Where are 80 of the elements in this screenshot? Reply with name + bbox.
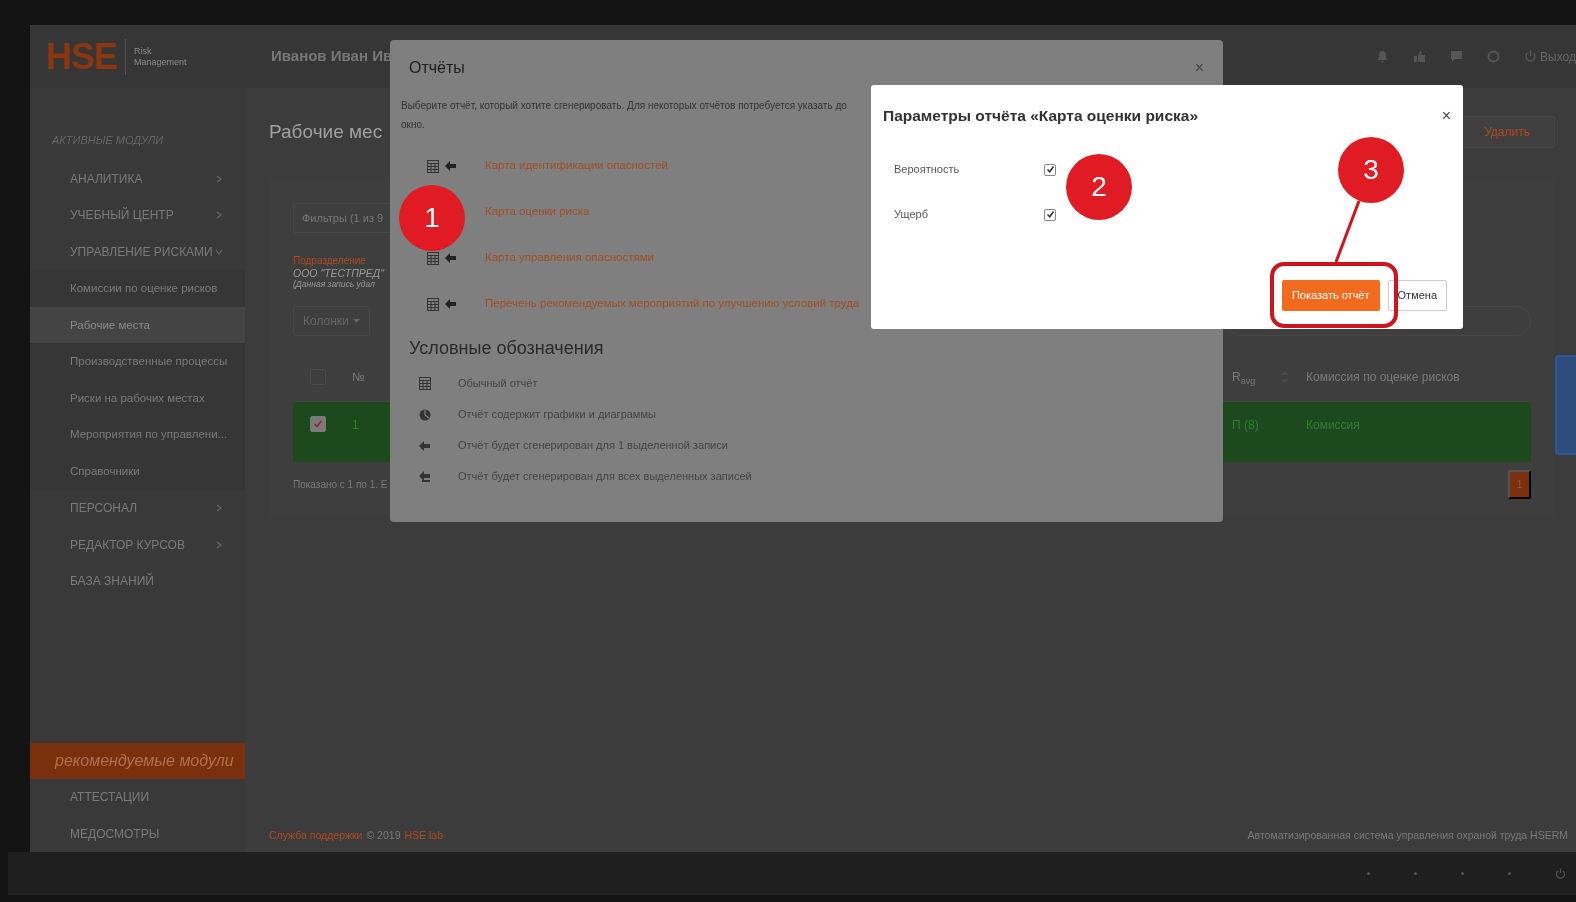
dialog-title: Отчёты — [409, 58, 465, 78]
sidebar-item[interactable]: МЕДОСМОТРЫ — [30, 815, 245, 852]
sidebar-item[interactable]: БАЗА ЗНАНИЙ — [30, 563, 245, 600]
sidebar-item-label: Рабочие места — [70, 317, 150, 333]
left-arrow-icon — [419, 440, 430, 451]
sidebar-item[interactable]: АНАЛИТИКА — [30, 160, 245, 198]
dialog-title: Параметры отчёта «Карта оценки риска» — [883, 106, 1198, 127]
sidebar-item[interactable]: ПЕРСОНАЛ — [30, 489, 245, 527]
checkbox[interactable] — [1044, 163, 1056, 176]
dialog-description: Выберите отчёт, который хотите сгенерировать. Для некоторых отчётов потребуется указать до — [401, 99, 847, 113]
support-link[interactable]: Служба поддержки — [269, 828, 363, 844]
bell-icon — [1376, 50, 1390, 63]
indicator-dot — [1367, 872, 1370, 875]
indicator-dot — [1461, 872, 1464, 875]
sidebar-item-label: Риски на рабочих местах — [70, 390, 205, 406]
dialog-description: окно. — [401, 118, 425, 132]
cancel-button[interactable]: Отмена — [1387, 280, 1447, 311]
sidebar-item-label: Комиссии по оценке рисков — [70, 280, 218, 296]
field-note: (Данная запись удал — [293, 279, 375, 289]
table-icon — [427, 297, 439, 311]
page-title: Рабочие мес — [269, 119, 383, 144]
sidebar-item[interactable]: УЧЕБНЫЙ ЦЕНТР — [30, 197, 245, 234]
company-link[interactable]: HSE lab — [404, 828, 443, 844]
footer-tagline: Автоматизированная система управления охраной труда HSERM — [1247, 828, 1568, 844]
sidebar-item[interactable]: Рабочие места — [30, 306, 245, 344]
circle-icon — [1487, 50, 1501, 63]
sidebar-item-label: ПЕРСОНАЛ — [70, 500, 138, 518]
thumbs-up-icon — [1413, 50, 1427, 63]
field-value: ООО "ТЕСТПРЕД" — [293, 268, 384, 280]
sidebar-item-label: УЧЕБНЫЙ ЦЕНТР — [70, 206, 174, 225]
report-link[interactable]: Перечень рекомендуемых мероприятий по улучшению условий труда — [485, 295, 860, 313]
sidebar-item-label: РЕДАКТОР КУРСОВ — [70, 536, 185, 554]
copyright-text: © 2019 — [366, 828, 401, 844]
checkmark-icon — [1045, 210, 1055, 219]
pie-chart-icon — [419, 408, 431, 421]
table-icon — [419, 377, 431, 390]
sidebar-item-label: УПРАВЛЕНИЕ РИСКАМИ — [70, 244, 213, 261]
column-header: № — [352, 370, 365, 385]
sidebar-item-label: БАЗА ЗНАНИЙ — [70, 572, 154, 591]
feedback-tab[interactable] — [1555, 355, 1576, 455]
sidebar-item-label: Производственные процессы — [70, 354, 228, 370]
legend-label: Отчёт будет сгенерирован для всех выделенных записей — [458, 469, 752, 485]
legend-label: Отчёт содержит графики и диаграммы — [458, 407, 656, 423]
left-arrow-icon — [445, 299, 456, 309]
table-icon — [427, 251, 439, 265]
left-arrow-icon — [445, 161, 456, 171]
parameter-label: Ущерб — [894, 207, 929, 223]
close-button[interactable]: × — [1194, 60, 1204, 76]
caret-icon — [352, 318, 360, 323]
recommended-modules-bar: рекомендуемые модули — [30, 742, 245, 779]
sidebar-item-label: АНАЛИТИКА — [70, 170, 143, 188]
sidebar-item[interactable]: УПРАВЛЕНИЕ РИСКАМИ — [30, 233, 245, 271]
power-icon — [1524, 50, 1538, 63]
report-link[interactable]: Карта идентификации опасностей — [485, 157, 668, 175]
indicator-dot — [1508, 872, 1511, 875]
sidebar-item[interactable]: РЕДАКТОР КУРСОВ — [30, 526, 245, 564]
power-icon — [1555, 868, 1566, 879]
checkmark-icon — [313, 418, 323, 429]
left-arrow-icon — [445, 253, 456, 263]
checkbox[interactable] — [310, 415, 326, 432]
legend-label: Обычный отчёт — [458, 376, 538, 392]
checkmark-icon — [1045, 165, 1055, 174]
logo-subtitle: Risk Management — [134, 45, 187, 68]
close-button[interactable]: × — [1441, 108, 1451, 124]
table-icon — [427, 159, 439, 173]
checkbox[interactable] — [1044, 208, 1056, 221]
sidebar-item-label: Справочники — [70, 463, 140, 479]
field-label: Подразделение — [293, 254, 366, 268]
legend-label: Отчёт будет сгенерирован для 1 выделенной записи — [458, 438, 728, 454]
logo: HSE — [46, 38, 127, 75]
sidebar-item[interactable]: АТТЕСТАЦИИ — [30, 778, 245, 816]
chat-icon — [1450, 50, 1464, 63]
indicator-dot — [1414, 872, 1417, 875]
parameter-label: Вероятность — [894, 162, 961, 178]
report-link[interactable]: Карта оценки риска — [485, 203, 590, 221]
report-link[interactable]: Карта управления опасностями — [485, 249, 654, 267]
arrows-icon — [419, 471, 430, 482]
show-report-button[interactable]: Показать отчёт — [1281, 280, 1380, 311]
legend-title: Условные обозначения — [409, 337, 605, 360]
sidebar-item-label: Мероприятия по управлени... — [70, 427, 228, 443]
